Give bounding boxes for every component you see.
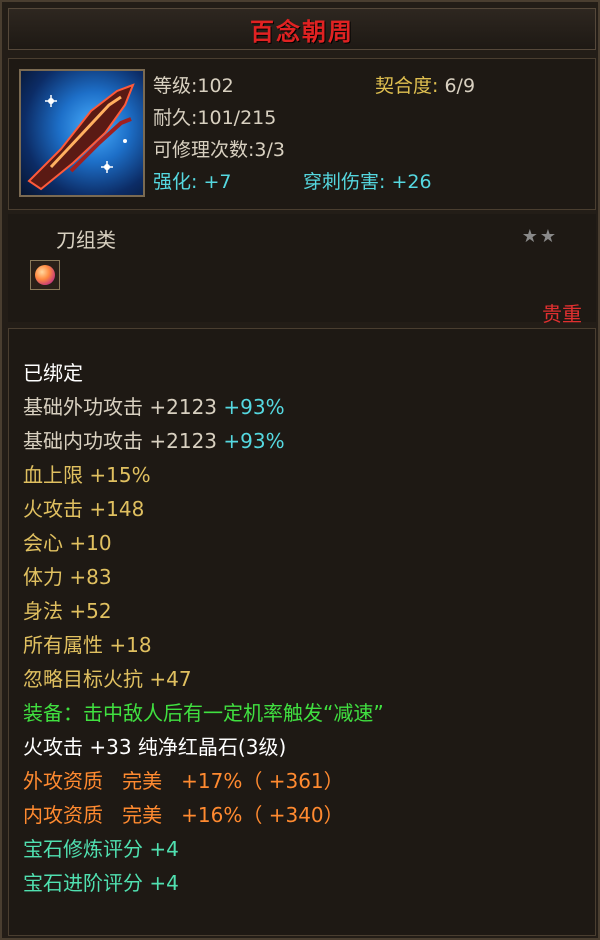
- crit-stat: 会心 +10: [23, 531, 112, 555]
- int-quality-row: 内攻资质 完美 +16%（ +340）: [23, 799, 344, 828]
- bound-status: 已绑定: [23, 361, 83, 385]
- agility-stat: 身法 +52: [23, 599, 112, 623]
- pierce-value: +26: [391, 171, 432, 193]
- all-attr-stat: 所有属性 +18: [23, 633, 152, 657]
- item-name: 百念朝周: [250, 16, 354, 46]
- category-label: 刀组类: [56, 228, 116, 252]
- category-section: 刀组类 ★★ 贵重: [8, 214, 596, 326]
- fire-atk-stat: 火攻击 +148: [23, 497, 145, 521]
- ext-atk-value: +2123: [149, 395, 218, 419]
- gem-refine-score: 宝石修炼评分 +4: [23, 837, 179, 861]
- level-value: 102: [197, 75, 234, 97]
- gem-bonus: 火攻击 +33 纯净红晶石(3级): [23, 735, 287, 759]
- ext-quality-grade: 完美: [122, 769, 163, 793]
- durability-row: 耐久:101/215: [153, 103, 276, 130]
- durability-label: 耐久:: [153, 107, 198, 129]
- ext-quality-value: +17%（ +361）: [181, 769, 344, 793]
- ignore-fire-stat: 忽略目标火抗 +47: [23, 667, 192, 691]
- ext-quality-label: 外攻资质: [23, 769, 103, 793]
- item-header: 等级:102 契合度: 6/9 耐久:101/215 可修理次数:3/3 强化:…: [8, 58, 596, 210]
- level-label: 等级:: [153, 75, 198, 97]
- int-atk-pct: +93%: [223, 429, 285, 453]
- int-atk-value: +2123: [149, 429, 218, 453]
- item-tooltip: 百念朝周 等级:102 契合度: 6/9 耐久:101/215 可修理次数:3/…: [0, 0, 600, 940]
- attributes-panel: 已绑定 基础外功攻击 +2123 +93% 基础内功攻击 +2123 +93% …: [8, 328, 596, 936]
- ext-atk-label: 基础外功攻击: [23, 395, 143, 419]
- equip-effect: 装备：击中敌人后有一定机率触发“减速”: [23, 701, 384, 725]
- int-quality-label: 内攻资质: [23, 803, 103, 827]
- repair-label: 可修理次数:: [153, 139, 255, 161]
- int-atk-label: 基础内功攻击: [23, 429, 143, 453]
- compat-value: 6/9: [444, 75, 476, 97]
- int-quality-grade: 完美: [122, 803, 163, 827]
- gem-slot[interactable]: [30, 260, 60, 290]
- stamina-stat: 体力 +83: [23, 565, 112, 589]
- gem-advance-score: 宝石进阶评分 +4: [23, 871, 179, 895]
- int-quality-value: +16%（ +340）: [181, 803, 344, 827]
- rarity-label: 贵重: [542, 302, 582, 326]
- compat-row: 契合度: 6/9: [375, 71, 475, 98]
- durability-value: 101/215: [197, 107, 277, 129]
- pierce-label: 穿刺伤害:: [303, 171, 386, 193]
- ext-atk-row: 基础外功攻击 +2123 +93%: [23, 391, 285, 420]
- title-bar: 百念朝周: [8, 8, 596, 50]
- int-atk-row: 基础内功攻击 +2123 +93%: [23, 425, 285, 454]
- gem-icon: [35, 265, 55, 285]
- ext-atk-pct: +93%: [223, 395, 285, 419]
- enhance-value: +7: [203, 171, 232, 193]
- enhance-row: 强化: +7: [153, 167, 231, 194]
- blade-weapon-icon: [19, 69, 145, 197]
- hp-cap-stat: 血上限 +15%: [23, 463, 151, 487]
- star-rating: ★★: [521, 226, 558, 247]
- level-row: 等级:102: [153, 71, 234, 98]
- ext-quality-row: 外攻资质 完美 +17%（ +361）: [23, 765, 344, 794]
- pierce-row: 穿刺伤害: +26: [303, 167, 432, 194]
- repair-row: 可修理次数:3/3: [153, 135, 285, 162]
- repair-value: 3/3: [254, 139, 285, 161]
- enhance-label: 强化:: [153, 171, 198, 193]
- compat-label: 契合度:: [375, 75, 439, 97]
